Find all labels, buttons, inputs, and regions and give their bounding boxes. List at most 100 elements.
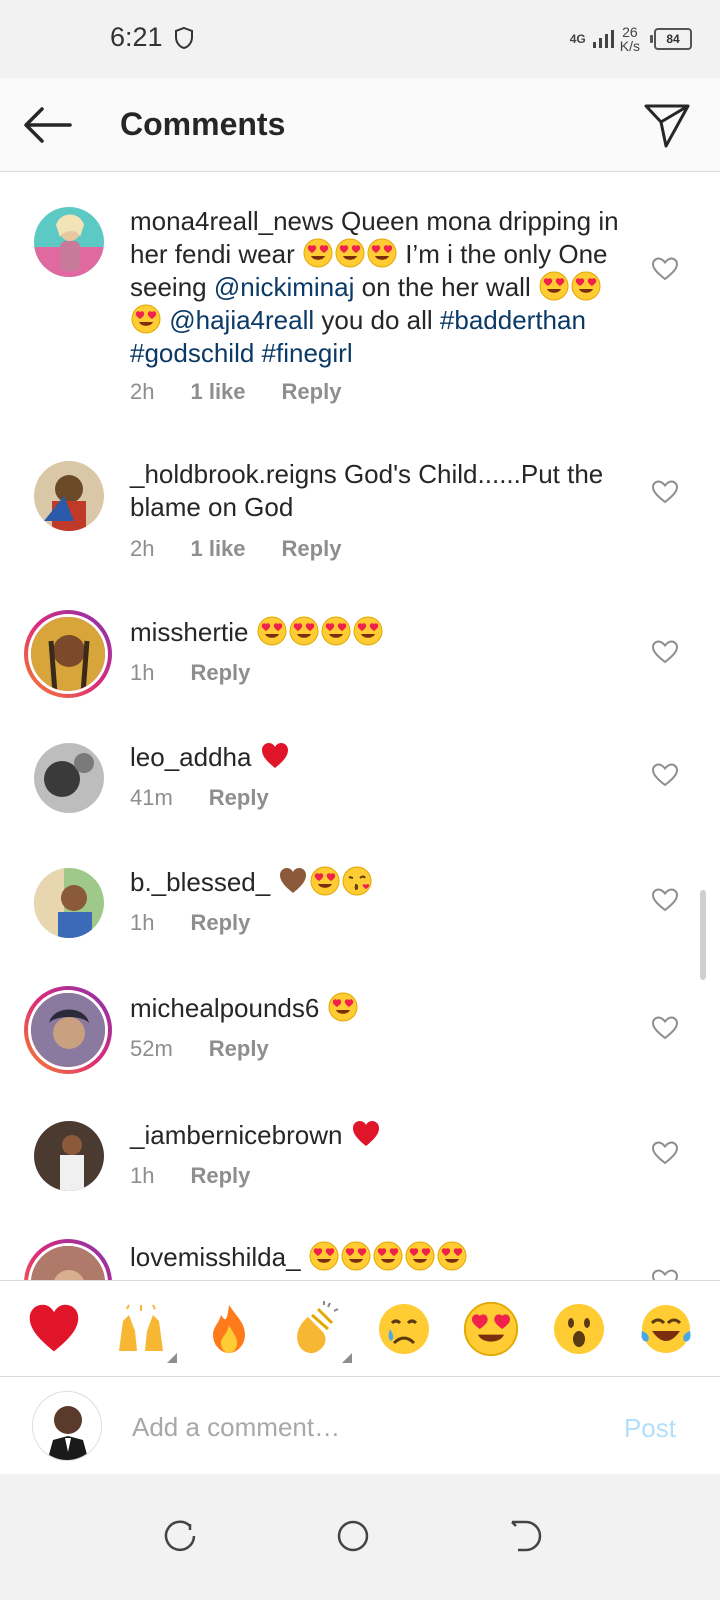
direct-send-icon[interactable] (642, 100, 692, 150)
comments-list[interactable]: mona4reall_news Queen mona dripping in h… (0, 173, 720, 1305)
reply-button[interactable]: Reply (190, 1163, 250, 1189)
reply-button[interactable]: Reply (190, 910, 250, 936)
heart-eyes-icon (571, 271, 601, 301)
comment-time: 1h (130, 1163, 155, 1188)
comment-item: _holdbrook.reigns God's Child......Put t… (0, 458, 720, 588)
heart-eyes-icon (373, 1241, 403, 1271)
heart-eyes-icon (405, 1241, 435, 1271)
comment-username[interactable]: misshertie (130, 617, 248, 647)
comment-time: 52m (130, 1036, 173, 1061)
heart-eyes-icon (303, 238, 333, 268)
comment-item: leo_addha 41m Reply (0, 741, 720, 833)
like-heart-icon[interactable] (652, 888, 678, 912)
heart-eyes-icon (328, 992, 358, 1022)
heart-eyes-icon (257, 616, 287, 646)
comment-username[interactable]: mona4reall_news (130, 206, 334, 236)
comment-item: mona4reall_news Queen mona dripping in h… (0, 203, 720, 433)
signal-icon (592, 30, 614, 48)
brown-heart-icon (280, 868, 307, 893)
comment-time: 2h (130, 536, 155, 561)
heart-eyes-icon (341, 1241, 371, 1271)
comment-meta: 2h 1 like Reply (130, 379, 341, 405)
recent-apps-icon[interactable] (162, 1518, 198, 1554)
comment-meta: 52m Reply (130, 1036, 269, 1062)
reply-button[interactable]: Reply (190, 660, 250, 686)
like-heart-icon[interactable] (652, 480, 678, 504)
hashtag-link[interactable]: #badderthan (440, 305, 586, 335)
status-time: 6:21 (110, 22, 163, 52)
back-icon[interactable] (506, 1518, 542, 1554)
like-heart-icon[interactable] (652, 1016, 678, 1040)
comment-username[interactable]: leo_addha (130, 742, 251, 772)
red-heart-icon (261, 743, 288, 768)
heart-eyes-icon (367, 238, 397, 268)
reply-button[interactable]: Reply (282, 536, 342, 562)
like-heart-icon[interactable] (652, 1141, 678, 1165)
back-arrow-icon[interactable] (20, 100, 74, 150)
status-indicators: 4G 26 K/s 84 (570, 22, 692, 56)
home-icon[interactable] (335, 1518, 371, 1554)
heart-eyes-icon (289, 616, 319, 646)
avatar-story-ring[interactable] (24, 610, 112, 698)
post-button[interactable]: Post (624, 1413, 676, 1444)
comment-username[interactable]: lovemisshilda_ (130, 1242, 301, 1272)
heart-eyes-icon (131, 304, 161, 334)
heart-eyes-icon (539, 271, 569, 301)
comment-item: b._blessed_ 1h Reply (0, 866, 720, 958)
system-nav-bar (0, 1474, 720, 1600)
comment-meta: 1h Reply (130, 1163, 250, 1189)
avatar[interactable] (34, 1121, 104, 1191)
comment-input-bar: Post (0, 1376, 720, 1474)
reply-button[interactable]: Reply (282, 379, 342, 405)
network-type: 4G (569, 32, 586, 46)
comment-text: _holdbrook.reigns God's Child......Put t… (130, 459, 604, 522)
fire-icon[interactable] (201, 1301, 257, 1357)
comment-input[interactable] (130, 1401, 564, 1453)
hashtag-link[interactable]: #godschild (130, 338, 254, 368)
like-heart-icon[interactable] (652, 763, 678, 787)
quick-reactions-bar (0, 1280, 720, 1376)
status-bar: 6:21 4G 26 K/s 84 (0, 0, 720, 78)
comment-item: michealpounds6 52m Reply (0, 986, 720, 1086)
comment-meta: 1h Reply (130, 910, 250, 936)
tears-of-joy-icon[interactable] (638, 1301, 694, 1357)
crying-face-icon[interactable] (376, 1301, 432, 1357)
like-heart-icon[interactable] (652, 257, 678, 281)
scrollbar[interactable] (700, 890, 706, 980)
comment-username[interactable]: b._blessed_ (130, 867, 270, 897)
heart-eyes-icon (310, 866, 340, 896)
reply-button[interactable]: Reply (209, 785, 269, 811)
comment-username[interactable]: _holdbrook.reigns (130, 459, 337, 489)
comment-username[interactable]: michealpounds6 (130, 993, 319, 1023)
comment-text: leo_addha (130, 741, 630, 774)
network-speed: 26 K/s (619, 24, 640, 54)
hashtag-link[interactable]: #finegirl (262, 338, 353, 368)
heart-eyes-icon[interactable] (463, 1301, 519, 1357)
header: Comments (0, 78, 720, 172)
avatar[interactable] (34, 743, 104, 813)
raising-hands-icon[interactable] (113, 1301, 178, 1363)
current-user-avatar (32, 1391, 102, 1461)
comment-time: 1h (130, 910, 155, 935)
mention-link[interactable]: @hajia4reall (169, 305, 314, 335)
like-count[interactable]: 1 like (190, 379, 245, 405)
surprised-face-icon[interactable] (551, 1301, 607, 1357)
avatar[interactable] (34, 207, 104, 277)
comment-meta: 2h 1 like Reply (130, 536, 341, 562)
mention-link[interactable]: @nickiminaj (214, 272, 355, 302)
comment-text: lovemisshilda_ (130, 1241, 630, 1274)
avatar-story-ring[interactable] (24, 986, 112, 1074)
heart-eyes-icon (335, 238, 365, 268)
comment-time: 1h (130, 660, 155, 685)
heart-eyes-icon (353, 616, 383, 646)
avatar[interactable] (34, 461, 104, 531)
clapping-hands-icon[interactable] (288, 1300, 353, 1363)
like-count[interactable]: 1 like (190, 536, 245, 562)
avatar[interactable] (34, 868, 104, 938)
like-heart-icon[interactable] (652, 640, 678, 664)
comment-username[interactable]: _iambernicebrown (130, 1120, 342, 1150)
kissing-face-icon (342, 866, 373, 896)
red-heart-icon[interactable] (26, 1301, 82, 1357)
comment-item: misshertie 1h Reply (0, 610, 720, 710)
reply-button[interactable]: Reply (209, 1036, 269, 1062)
